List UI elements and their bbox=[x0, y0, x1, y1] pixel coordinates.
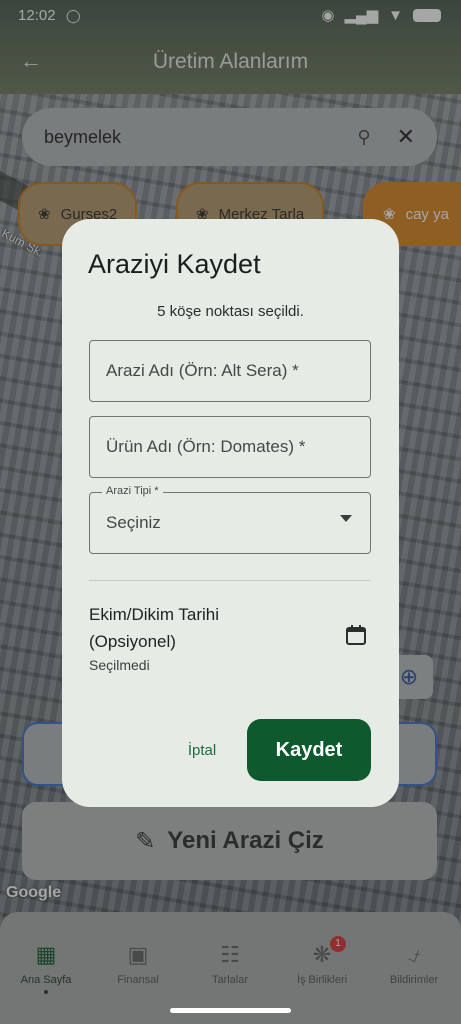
date-label: Ekim/Dikim Tarihi (Opsiyonel) bbox=[89, 605, 220, 651]
home-indicator[interactable] bbox=[170, 1008, 291, 1013]
cancel-button[interactable]: İptal bbox=[172, 737, 232, 765]
area-type-select[interactable]: Arazi Tipi * Seçiniz bbox=[89, 485, 371, 554]
area-type-value: Seçiniz bbox=[106, 513, 161, 532]
area-name-placeholder: Arazi Adı (Örn: Alt Sera) * bbox=[106, 361, 299, 380]
save-area-dialog: Araziyi Kaydet 5 köşe noktası seçildi. A… bbox=[62, 219, 399, 807]
divider bbox=[89, 580, 371, 581]
area-type-label: Arazi Tipi * bbox=[102, 485, 163, 497]
date-value: Seçilmedi bbox=[89, 657, 150, 673]
calendar-icon[interactable] bbox=[344, 623, 368, 647]
save-button[interactable]: Kaydet bbox=[247, 719, 371, 781]
area-name-field[interactable]: Arazi Adı (Örn: Alt Sera) * bbox=[89, 340, 371, 402]
dialog-title: Araziyi Kaydet bbox=[88, 249, 261, 279]
product-name-placeholder: Ürün Adı (Örn: Domates) * bbox=[106, 437, 306, 456]
chevron-down-icon bbox=[340, 515, 352, 522]
product-name-field[interactable]: Ürün Adı (Örn: Domates) * bbox=[89, 416, 371, 478]
dialog-subtitle: 5 köşe noktası seçildi. bbox=[157, 303, 304, 320]
